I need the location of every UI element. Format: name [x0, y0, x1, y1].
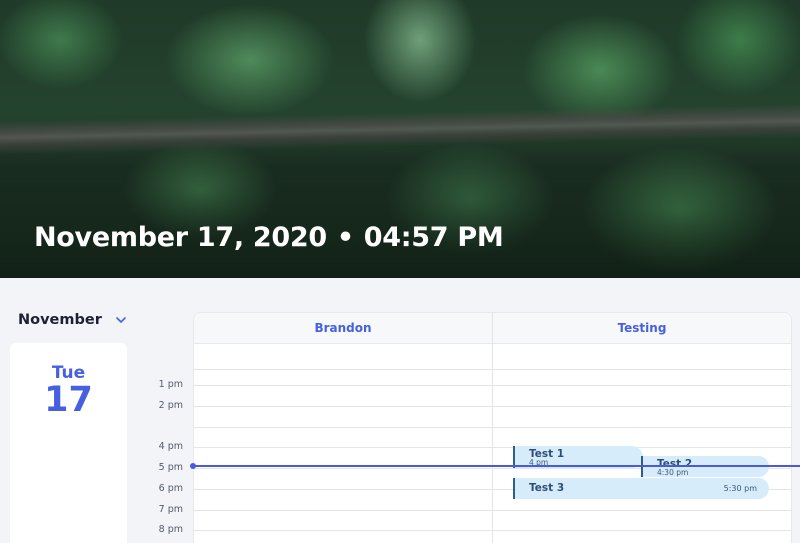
time-label: 8 pm — [158, 524, 183, 535]
time-label: 4 pm — [158, 441, 183, 452]
time-label: 2 pm — [158, 400, 183, 411]
hour-line — [194, 427, 791, 428]
column-testing[interactable]: Testing — [493, 321, 791, 335]
hero-banner: November 17, 2020 • 04:57 PM — [0, 0, 800, 278]
hour-line — [194, 406, 791, 407]
calendar-grid: Brandon Testing — [193, 312, 792, 543]
current-datetime: November 17, 2020 • 04:57 PM — [34, 222, 504, 253]
forest-road — [0, 102, 800, 156]
chevron-down-icon — [116, 317, 126, 323]
current-time: 04:57 PM — [363, 222, 504, 253]
hour-line — [194, 510, 791, 511]
day-number: 17 — [44, 380, 93, 420]
time-label: 1 pm — [158, 379, 183, 390]
column-brandon[interactable]: Brandon — [194, 321, 492, 335]
selected-day-card[interactable]: Tue 17 — [10, 343, 127, 543]
column-divider — [492, 313, 493, 543]
hour-line — [194, 530, 791, 531]
event-time: 5:30 pm — [723, 484, 757, 493]
current-date: November 17, 2020 — [34, 222, 327, 253]
time-label: 6 pm — [158, 483, 183, 494]
current-time-dot — [190, 463, 196, 469]
separator: • — [336, 222, 354, 253]
current-time-indicator — [193, 465, 800, 467]
month-label: November — [18, 312, 102, 328]
month-dropdown[interactable]: November — [18, 312, 128, 328]
time-label: 5 pm — [158, 462, 183, 473]
hour-line — [194, 369, 791, 370]
hour-line — [194, 385, 791, 386]
event-time: 4:30 pm — [657, 468, 689, 477]
event-test-3[interactable]: Test 3 5:30 pm — [513, 478, 769, 499]
hour-line — [194, 447, 791, 448]
event-title: Test 3 — [529, 482, 565, 494]
time-label: 7 pm — [158, 504, 183, 515]
